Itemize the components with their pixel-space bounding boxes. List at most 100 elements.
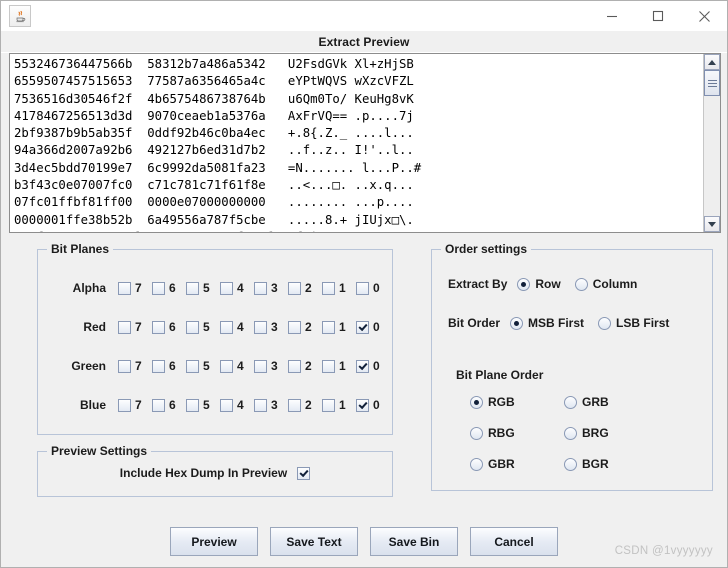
bit-index-label: 0 — [373, 359, 380, 373]
checkbox-alpha-bit-3[interactable] — [254, 281, 267, 295]
checkbox-blue-bit-0[interactable] — [356, 398, 369, 412]
radio-lsb-first[interactable] — [598, 316, 612, 330]
scrollbar-thumb[interactable] — [704, 70, 720, 96]
radio-column[interactable] — [574, 277, 588, 291]
preview-button[interactable]: Preview — [170, 527, 258, 556]
scroll-up-arrow[interactable] — [704, 54, 720, 70]
bit-plane-cell: 6 — [152, 281, 186, 295]
bit-index-label: 5 — [203, 320, 210, 334]
checkbox-green-bit-7[interactable] — [118, 359, 131, 373]
extract-by-option-column[interactable]: Column — [574, 277, 637, 291]
checkbox-red-bit-2[interactable] — [288, 320, 301, 334]
checkbox-green-bit-6[interactable] — [152, 359, 165, 373]
radio-rgb[interactable] — [470, 395, 483, 409]
bit-plane-cell: 5 — [186, 320, 220, 334]
bit-plane-cell: 7 — [118, 320, 152, 334]
checkbox-alpha-bit-2[interactable] — [288, 281, 301, 295]
hexdump-line: 6559507457515653 77587a6356465a4c eYPtWQ… — [14, 74, 414, 89]
radio-row[interactable] — [517, 277, 531, 291]
bit-plane-channel-label: Green — [71, 359, 106, 373]
radio-grb[interactable] — [564, 395, 577, 409]
window-controls — [589, 1, 727, 31]
bit-planes-group: Bit Planes Alpha 7 6 5 4 3 2 1 0 Red 7 6 5 4 3 2 1 0 Green… — [37, 242, 393, 435]
bit-plane-order-option-rbg[interactable]: RBG — [470, 426, 540, 440]
hexdump-line: 0000001ffe38b52b 6a49556a787f5cbe .....8… — [14, 212, 414, 227]
checkbox-green-bit-4[interactable] — [220, 359, 233, 373]
extract-by-option-row[interactable]: Row — [517, 277, 561, 291]
radio-label: LSB First — [616, 316, 670, 330]
checkbox-alpha-bit-1[interactable] — [322, 281, 335, 295]
cancel-button[interactable]: Cancel — [470, 527, 558, 556]
checkbox-red-bit-7[interactable] — [118, 320, 131, 334]
order-settings-legend: Order settings — [441, 242, 532, 256]
checkbox-alpha-bit-4[interactable] — [220, 281, 233, 295]
bit-index-label: 6 — [169, 359, 176, 373]
checkbox-alpha-bit-5[interactable] — [186, 281, 199, 295]
radio-bgr[interactable] — [564, 457, 577, 471]
scroll-down-arrow[interactable] — [704, 216, 720, 232]
bit-plane-cell: 0 — [356, 320, 390, 334]
include-hex-dump-row[interactable]: Include Hex Dump In Preview — [38, 466, 392, 480]
checkbox-red-bit-5[interactable] — [186, 320, 199, 334]
bit-index-label: 2 — [305, 281, 312, 295]
bit-plane-channel-label: Alpha — [72, 281, 106, 295]
checkbox-red-bit-3[interactable] — [254, 320, 267, 334]
save-bin-button[interactable]: Save Bin — [370, 527, 458, 556]
bit-index-label: 6 — [169, 320, 176, 334]
bit-order-option-lsb-first[interactable]: LSB First — [598, 316, 669, 330]
extract-preview-window: Extract Preview 553246736447566b 58312b7… — [0, 0, 728, 568]
minimize-button[interactable] — [589, 1, 635, 31]
hexdump-line: 4178467256513d3d 9070ceaeb1a5376a AxFrVQ… — [14, 108, 414, 123]
checkbox-alpha-bit-0[interactable] — [356, 281, 369, 295]
radio-label: Row — [535, 277, 561, 291]
bit-index-label: 0 — [373, 320, 380, 334]
bit-plane-order-option-gbr[interactable]: GBR — [470, 457, 540, 471]
bit-plane-cell: 6 — [152, 398, 186, 412]
checkbox-green-bit-0[interactable] — [356, 359, 369, 373]
checkbox-red-bit-0[interactable] — [356, 320, 369, 334]
checkbox-blue-bit-5[interactable] — [186, 398, 199, 412]
bit-plane-order-option-brg[interactable]: BRG — [564, 426, 634, 440]
checkbox-red-bit-6[interactable] — [152, 320, 165, 334]
hexdump-textarea[interactable]: 553246736447566b 58312b7a486a5342 U2FsdG… — [9, 53, 721, 233]
radio-brg[interactable] — [564, 426, 577, 440]
bit-plane-order-option-rgb[interactable]: RGB — [470, 395, 540, 409]
bit-plane-order-option-bgr[interactable]: BGR — [564, 457, 634, 471]
checkbox-blue-bit-2[interactable] — [288, 398, 301, 412]
checkbox-green-bit-2[interactable] — [288, 359, 301, 373]
checkbox-green-bit-3[interactable] — [254, 359, 267, 373]
bit-index-label: 1 — [339, 320, 346, 334]
checkbox-green-bit-1[interactable] — [322, 359, 335, 373]
checkbox-blue-bit-1[interactable] — [322, 398, 335, 412]
bit-plane-order-option-grb[interactable]: GRB — [564, 395, 634, 409]
bit-index-label: 5 — [203, 281, 210, 295]
checkbox-alpha-bit-6[interactable] — [152, 281, 165, 295]
checkbox-blue-bit-7[interactable] — [118, 398, 131, 412]
bit-plane-cell: 5 — [186, 398, 220, 412]
checkbox-blue-bit-6[interactable] — [152, 398, 165, 412]
hexdump-line-clipped: 1a6f00 48455555f 7 11 100 " f " f " f | — [14, 229, 703, 232]
checkbox-red-bit-4[interactable] — [220, 320, 233, 334]
bit-order-label: Bit Order — [448, 316, 501, 330]
bit-index-label: 0 — [373, 398, 380, 412]
bit-index-label: 6 — [169, 281, 176, 295]
checkbox-blue-bit-4[interactable] — [220, 398, 233, 412]
bit-index-label: 2 — [305, 320, 312, 334]
radio-label: GRB — [582, 395, 609, 409]
checkbox-green-bit-5[interactable] — [186, 359, 199, 373]
checkbox-red-bit-1[interactable] — [322, 320, 335, 334]
hexdump-content[interactable]: 553246736447566b 58312b7a486a5342 U2FsdG… — [10, 54, 703, 232]
bit-order-option-msb-first[interactable]: MSB First — [510, 316, 584, 330]
radio-msb-first[interactable] — [510, 316, 524, 330]
close-button[interactable] — [681, 1, 727, 31]
hexdump-scrollbar[interactable] — [703, 54, 720, 232]
maximize-button[interactable] — [635, 1, 681, 31]
include-hex-dump-checkbox[interactable] — [297, 466, 311, 480]
radio-rbg[interactable] — [470, 426, 483, 440]
checkbox-alpha-bit-7[interactable] — [118, 281, 131, 295]
bit-plane-cell: 6 — [152, 359, 186, 373]
radio-gbr[interactable] — [470, 457, 483, 471]
checkbox-blue-bit-3[interactable] — [254, 398, 267, 412]
bit-plane-row-green: Green 7 6 5 4 3 2 1 0 — [38, 356, 392, 376]
save-text-button[interactable]: Save Text — [270, 527, 358, 556]
